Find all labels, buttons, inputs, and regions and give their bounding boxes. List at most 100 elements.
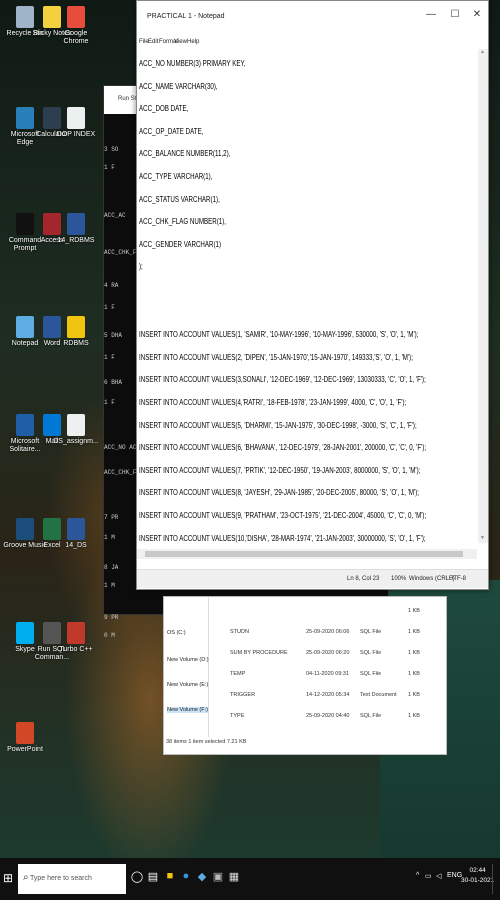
desktop-icon-label: RDBMS <box>63 340 89 347</box>
desktop-icon-label: Turbo C++ <box>59 646 93 653</box>
notepad-status-bar: Ln 8, Col 23 100% Windows (CRLF) UTF-8 <box>137 569 488 588</box>
file-row[interactable]: TYPE 25-09-2020 04:40 SQL File 1 KB <box>210 706 440 726</box>
notepad-menu-bar: File Edit Format View Help <box>137 37 488 49</box>
menu-item-view[interactable]: View <box>174 39 187 45</box>
horizontal-scrollbar[interactable] <box>137 549 477 559</box>
search-placeholder: Type here to search <box>30 875 92 882</box>
desktop-icon[interactable]: 14_RDBMS <box>53 213 99 245</box>
app-icon <box>16 722 34 744</box>
clock[interactable]: 02:44 30-01-2021 <box>461 866 494 886</box>
edge-icon[interactable]: ● <box>179 870 193 886</box>
sidebar-item-drive[interactable]: OS (C:) <box>167 630 186 636</box>
notepad-text-area[interactable]: ACC_NO NUMBER(3) PRIMARY KEY, ACC_NAME VA… <box>139 58 471 543</box>
file-name: SUM BY PROCEDURE <box>230 650 288 656</box>
sql-output-line: ACC_AC <box>104 212 126 219</box>
sql-output-line: 1 F <box>104 164 115 171</box>
sql-output-line: 1 F <box>104 399 115 406</box>
file-name: STUDN <box>230 629 249 635</box>
file-name: TEMP <box>230 671 246 677</box>
desktop-icon[interactable]: DOP INDEX <box>53 107 99 139</box>
file-explorer-icon[interactable]: ▤ <box>146 870 160 886</box>
sql-icon[interactable]: ▣ <box>211 870 225 886</box>
app-icon <box>67 414 85 436</box>
volume-icon[interactable]: ◁ <box>436 872 441 880</box>
text-line: INSERT INTO ACCOUNT VALUES(4,'RATRI', '1… <box>139 397 407 407</box>
text-line: INSERT INTO ACCOUNT VALUES(5, 'DHARMI', … <box>139 419 417 430</box>
start-button[interactable]: ⊞ <box>3 871 16 885</box>
minimize-button[interactable]: — <box>421 9 441 20</box>
explorer-sidebar: OS (C:) New Volume (D:) New Volume (E:) New… <box>164 597 209 737</box>
sidebar-item-drive[interactable]: New Volume (D:) <box>167 657 209 663</box>
zoom-level: 100% <box>391 576 407 582</box>
store-icon[interactable]: ◆ <box>195 870 209 886</box>
sql-output-line: 8 JA <box>104 564 119 571</box>
notepad-window[interactable]: PRACTICAL 1 - Notepad — ☐ ✕ File Edit Form… <box>136 0 489 590</box>
file-row[interactable]: TRIGGER 14-12-2020 05:34 Text Document 1 KB <box>210 685 440 705</box>
text-line: INSERT INTO ACCOUNT VALUES(10,'DISHA', '… <box>139 532 426 543</box>
app-icon <box>67 316 85 338</box>
cursor-position: Ln 8, Col 23 <box>347 576 380 582</box>
taskbar-search-box[interactable]: ⌕ Type here to search <box>18 864 126 894</box>
desktop-icon-label: Google Chrome <box>63 30 89 45</box>
sql-output-line: 1 M <box>104 534 115 541</box>
file-row[interactable]: SUM BY PROCEDURE 25-09-2020 06:20 SQL File… <box>210 643 440 663</box>
desktop-icon[interactable]: RDBMS <box>53 316 99 348</box>
app-icon <box>67 622 85 644</box>
sql-output-line: 3 SO <box>104 146 119 153</box>
vertical-scrollbar[interactable] <box>478 49 488 543</box>
encoding: UTF-8 <box>449 576 466 582</box>
desktop-icon-label: 14_DS <box>65 542 87 549</box>
language-indicator[interactable]: ENG <box>447 872 462 879</box>
tray-chevron[interactable]: ^ <box>416 872 419 879</box>
notepad-icon[interactable]: ▦ <box>227 870 241 886</box>
maximize-button[interactable]: ☐ <box>445 9 465 20</box>
network-icon[interactable]: ▭ <box>425 872 432 880</box>
desktop-icon[interactable]: Google Chrome <box>53 6 99 46</box>
notepad-titlebar[interactable]: PRACTICAL 1 - Notepad — ☐ ✕ <box>137 1 488 33</box>
app-icon <box>67 107 85 129</box>
file-size: 1 KB <box>408 692 420 698</box>
show-desktop-button[interactable] <box>492 864 499 894</box>
sql-output-line: 5 DHA <box>104 332 123 339</box>
file-date: 14-12-2020 05:34 <box>306 692 350 698</box>
text-line: ACC_NAME VARCHAR(30), <box>139 80 218 91</box>
sidebar-item-drive[interactable]: New Volume (F:) <box>167 707 208 713</box>
file-row[interactable]: TEMP 04-11-2020 09:31 SQL File 1 KB <box>210 664 440 684</box>
horizontal-scroll-thumb[interactable] <box>145 551 463 557</box>
menu-item-edit[interactable]: Edit <box>148 39 158 45</box>
file-explorer-window[interactable]: OS (C:) New Volume (D:) New Volume (E:) New… <box>163 596 447 755</box>
app-icon <box>67 213 85 235</box>
text-line: INSERT INTO ACCOUNT VALUES(8, 'JAYESH', … <box>139 487 420 498</box>
text-line: INSERT INTO ACCOUNT VALUES(2, 'DIPEN', '… <box>139 351 413 362</box>
sidebar-item-drive[interactable]: New Volume (E:) <box>167 682 208 688</box>
file-type: SQL File <box>360 629 382 635</box>
desktop-icon[interactable]: 14_DS <box>53 518 99 550</box>
desktop-icon-label: DOP INDEX <box>56 131 96 138</box>
sql-output-line: ACC_NO ACC <box>104 444 141 451</box>
file-size: 1 KB <box>408 650 420 656</box>
sql-output-line: 7 PR <box>104 514 119 521</box>
menu-item-help[interactable]: Help <box>187 39 199 45</box>
folder-icon[interactable]: ■ <box>163 870 177 886</box>
text-line: ACC_STATUS VARCHAR(1), <box>139 193 220 204</box>
text-line: ACC_CHK_FLAG NUMBER(1), <box>139 216 226 227</box>
desktop-icon[interactable]: PowerPoint <box>2 722 48 754</box>
desktop-icon[interactable]: Turbo C++ <box>53 622 99 654</box>
desktop-icon-label: DS_assignm... <box>53 438 99 445</box>
desktop-icon[interactable]: DS_assignm... <box>53 414 99 446</box>
text-line: ACC_BALANCE NUMBER(11,2), <box>139 148 231 159</box>
sql-output-line: 1 M <box>104 582 115 589</box>
file-row[interactable]: STUDN 25-09-2020 06:06 SQL File 1 KB <box>210 622 440 642</box>
search-icon: ⌕ <box>23 872 29 883</box>
sql-output-line: 6 BHA <box>104 379 123 386</box>
close-button[interactable]: ✕ <box>467 9 487 20</box>
file-row[interactable]: 1 KB <box>210 601 440 621</box>
line-ending: Windows (CRLF) <box>409 576 455 582</box>
text-line: INSERT INTO ACCOUNT VALUES(7, 'PRTIK', '… <box>139 464 421 475</box>
sql-output-line: 9 PR <box>104 614 119 621</box>
text-line: ); <box>139 261 143 272</box>
text-line: INSERT INTO ACCOUNT VALUES(9, 'PRATHAM',… <box>139 510 427 520</box>
file-size: 1 KB <box>408 608 420 614</box>
file-size: 1 KB <box>408 671 420 677</box>
task-view-icon[interactable]: ◯ <box>130 870 144 886</box>
